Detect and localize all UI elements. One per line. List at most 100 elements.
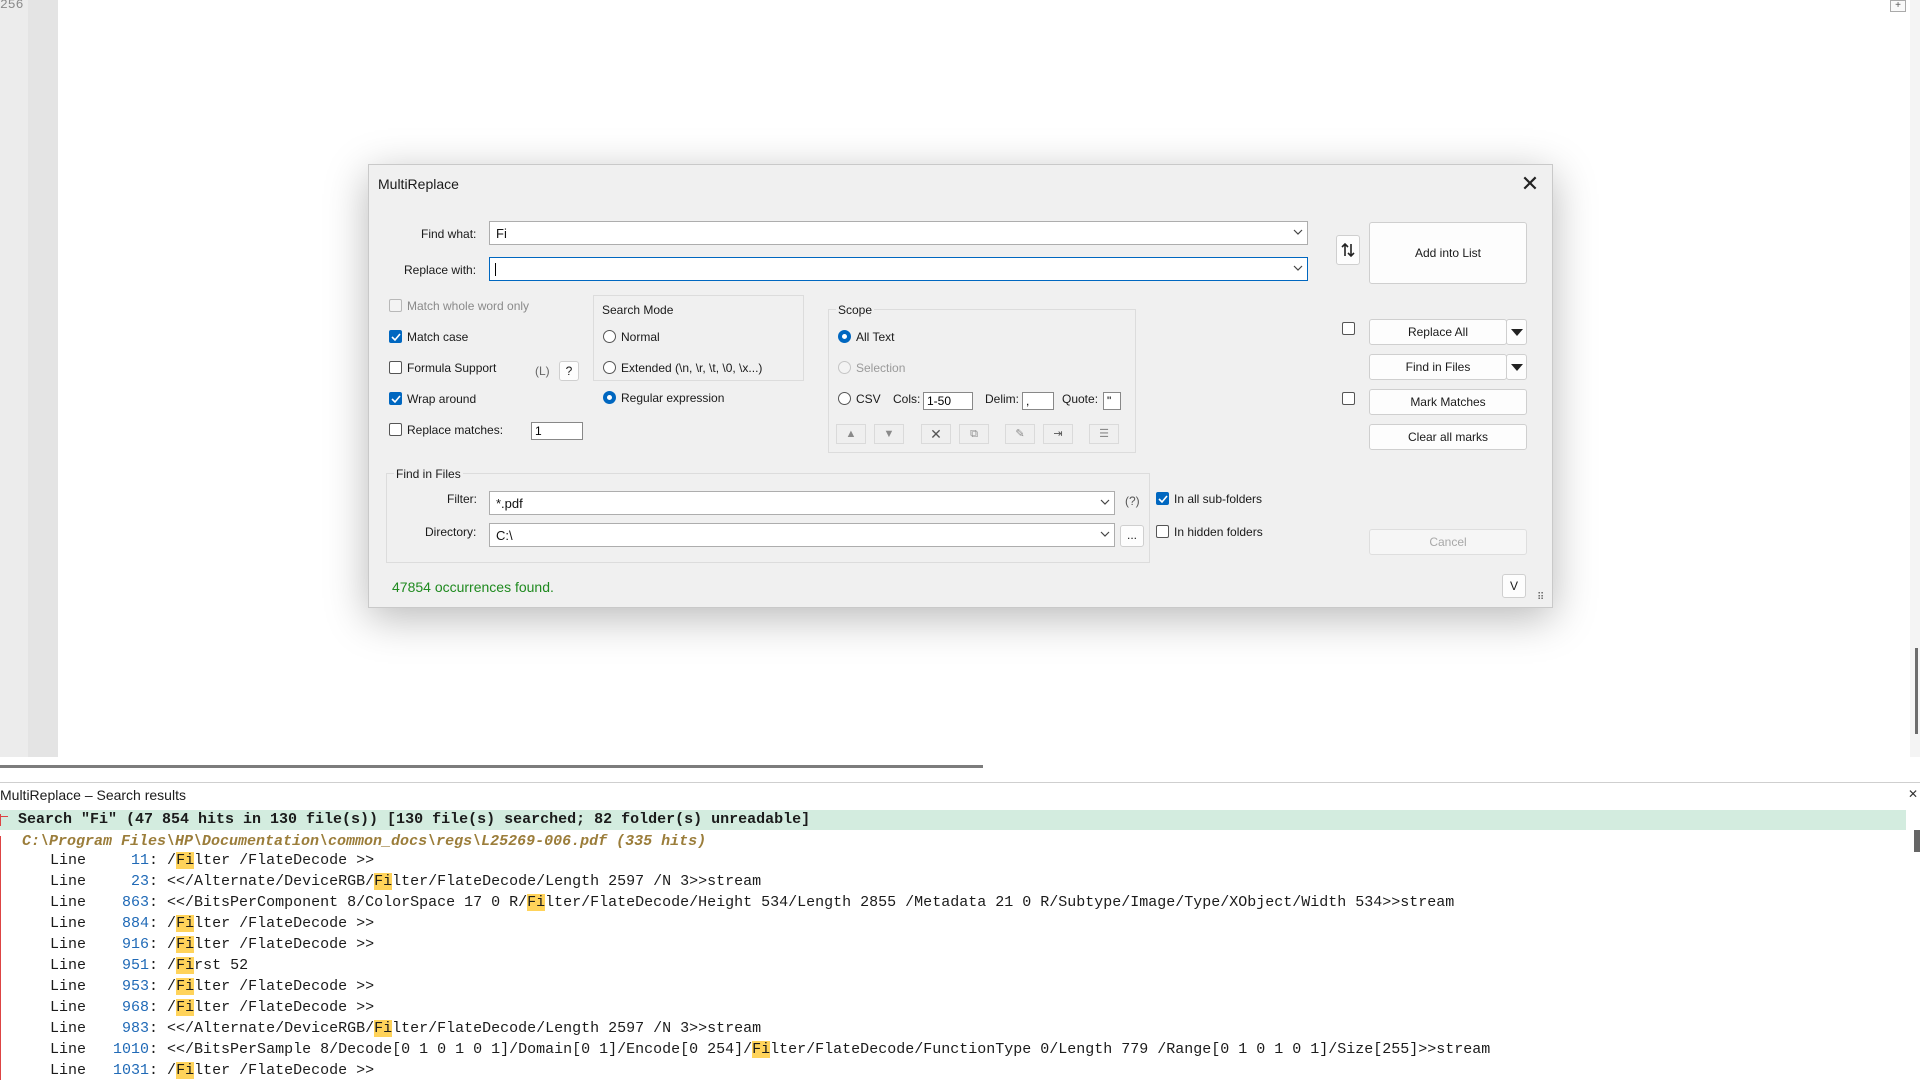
result-line-row[interactable]: Line 983: <</Alternate/DeviceRGB/Filter/… [50,1020,761,1037]
chevron-down-icon[interactable] [1100,529,1110,539]
csv-label: CSV [856,392,881,406]
sub-folders-checkbox[interactable] [1156,492,1169,505]
wrap-around-checkbox[interactable] [389,392,402,405]
all-text-label: All Text [856,330,895,344]
close-icon[interactable]: ✕ [1908,787,1918,801]
result-line-row[interactable]: Line 863: <</BitsPerComponent 8/ColorSpa… [50,894,1454,911]
line-word: Line [50,936,87,953]
directory-combo[interactable]: C:\ [489,523,1115,547]
scope-title: Scope [836,303,875,317]
regex-radio[interactable] [603,391,616,404]
replace-matches-input[interactable]: 1 [531,422,583,440]
vertical-scrollbar-thumb[interactable] [1915,648,1918,734]
match-case-checkbox[interactable] [389,330,402,343]
search-header-text: Search "Fi" (47 854 hits in 130 file(s))… [18,811,811,828]
result-line-row[interactable]: Line 1010: <</BitsPerSample 8/Decode[0 1… [50,1041,1490,1058]
result-line-row[interactable]: Line 11: /Filter /FlateDecode >> [50,852,374,869]
hidden-folders-label: In hidden folders [1174,525,1263,539]
line-word: Line [50,894,87,911]
replace-with-combo[interactable] [489,257,1308,281]
line-number: 11 [86,852,150,869]
line-number: 951 [86,957,150,974]
csv-radio[interactable] [838,392,851,405]
add-into-list-button[interactable]: Add into List [1369,222,1527,284]
chevron-down-icon[interactable] [1100,497,1110,507]
delim-input[interactable]: , [1022,392,1054,410]
expand-button[interactable]: V [1502,574,1526,598]
find-what-value: Fi [496,226,507,241]
replace-matches-checkbox[interactable] [389,423,402,436]
copy-column-icon[interactable]: ⧉ [959,424,989,444]
match-highlight: Fi [176,978,195,995]
fold-marker-icon[interactable] [0,836,8,848]
close-icon[interactable]: ✕ [1515,169,1545,199]
result-line-row[interactable]: Line 953: /Filter /FlateDecode >> [50,978,374,995]
tab-align-icon[interactable]: ⇥ [1043,424,1073,444]
normal-radio[interactable] [603,330,616,343]
match-whole-word-checkbox[interactable] [389,299,402,312]
column-down-icon[interactable]: ▼ [874,424,904,444]
mark-matches-option-checkbox[interactable] [1342,392,1355,405]
selection-radio[interactable] [838,361,851,374]
delete-column-icon[interactable]: ✕ [921,424,951,444]
line-text-after: lter /FlateDecode >> [194,915,375,932]
line-text-before: <</Alternate/DeviceRGB/ [167,1020,375,1037]
vertical-scrollbar[interactable] [1910,0,1920,757]
match-highlight: Fi [176,1062,195,1079]
line-number: 884 [86,915,150,932]
find-in-files-dropdown-icon[interactable] [1506,354,1527,380]
list-icon[interactable]: ☰ [1089,424,1119,444]
line-text-before: / [167,915,177,932]
swap-icon[interactable] [1336,235,1360,265]
line-text-before: <</Alternate/DeviceRGB/ [167,873,375,890]
replace-all-button[interactable]: Replace All [1369,319,1507,345]
replace-all-dropdown-icon[interactable] [1506,319,1527,345]
line-text-after: lter/FlateDecode/FunctionType 0/Length 7… [770,1041,1491,1058]
selection-label: Selection [856,361,906,375]
quote-input[interactable]: " [1103,392,1121,410]
line-text-before: / [167,957,177,974]
filter-help[interactable]: (?) [1125,494,1140,508]
results-scrollbar-thumb[interactable] [1914,830,1920,852]
line-separator: : [149,999,168,1016]
chevron-down-icon[interactable] [1293,227,1303,237]
mark-matches-button[interactable]: Mark Matches [1369,389,1527,415]
browse-button[interactable]: ... [1120,525,1144,547]
formula-help-button[interactable]: ? [559,361,579,381]
plus-icon[interactable]: + [1890,0,1906,12]
extended-radio[interactable] [603,361,616,374]
panel-separator[interactable] [0,782,1920,783]
result-line-row[interactable]: Line 884: /Filter /FlateDecode >> [50,915,374,932]
match-highlight: Fi [374,1020,393,1037]
replace-all-option-checkbox[interactable] [1342,322,1355,335]
resize-grip-icon[interactable]: ⠿ [1537,592,1544,603]
replace-with-label: Replace with: [404,263,477,277]
line-text-after: rst 52 [194,957,249,974]
highlight-icon[interactable]: ✎ [1005,424,1035,444]
result-line-row[interactable]: Line 951: /First 52 [50,957,248,974]
hidden-folders-checkbox[interactable] [1156,525,1169,538]
line-text-after: lter /FlateDecode >> [194,999,375,1016]
line-word: Line [50,852,87,869]
file-path-row[interactable]: C:\Program Files\HP\Documentation\common… [22,833,706,850]
replace-matches-label: Replace matches: [407,423,504,437]
cols-input[interactable]: 1-50 [923,392,973,410]
result-line-row[interactable]: Line 968: /Filter /FlateDecode >> [50,999,374,1016]
line-separator: : [149,915,168,932]
column-up-icon[interactable]: ▲ [836,424,866,444]
cancel-button[interactable]: Cancel [1369,529,1527,555]
chevron-down-icon[interactable] [1293,263,1303,273]
all-text-radio[interactable] [838,330,851,343]
horizontal-scrollbar-thumb[interactable] [0,765,983,768]
line-text-after: lter /FlateDecode >> [194,852,375,869]
clear-all-marks-button[interactable]: Clear all marks [1369,424,1527,450]
result-line-row[interactable]: Line 23: <</Alternate/DeviceRGB/Filter/F… [50,873,761,890]
find-in-files-button[interactable]: Find in Files [1369,354,1507,380]
find-what-combo[interactable]: Fi [489,221,1308,245]
line-text-after: lter/FlateDecode/Length 2597 /N 3>>strea… [392,873,762,890]
formula-support-checkbox[interactable] [389,361,402,374]
filter-combo[interactable]: *.pdf [489,491,1115,515]
line-separator: : [149,1020,168,1037]
result-line-row[interactable]: Line 1031: /Filter /FlateDecode >> [50,1062,374,1079]
result-line-row[interactable]: Line 916: /Filter /FlateDecode >> [50,936,374,953]
